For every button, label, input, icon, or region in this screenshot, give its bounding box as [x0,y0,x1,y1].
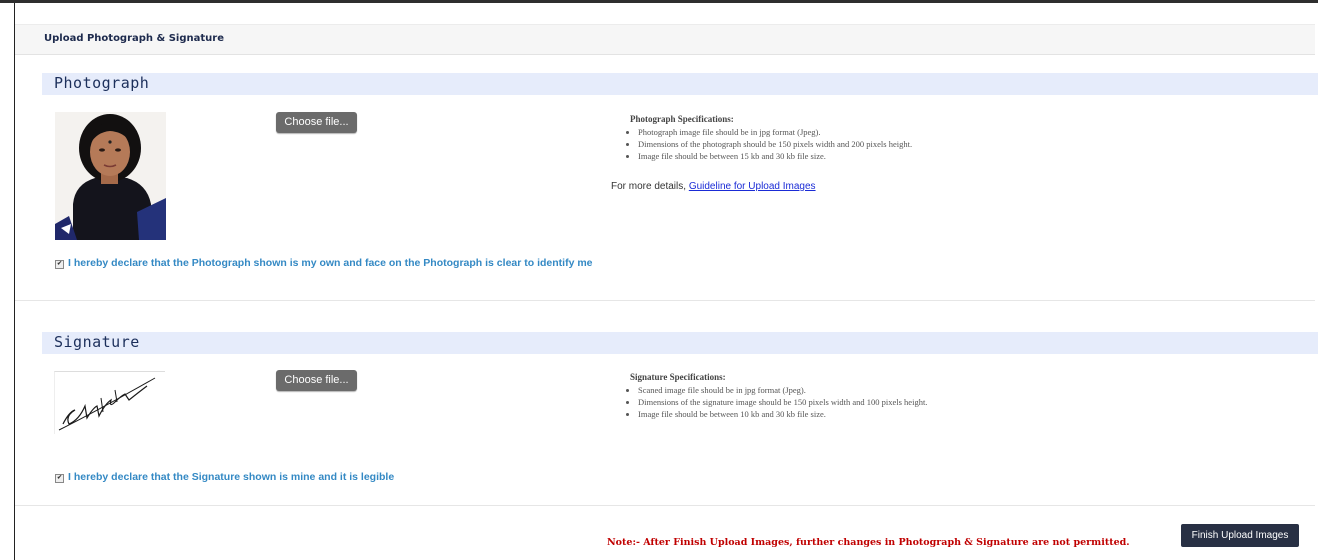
photograph-declaration[interactable]: ✔ I hereby declare that the Photograph sh… [55,257,593,269]
page-title: Upload Photograph & Signature [44,33,224,44]
finish-upload-button[interactable]: Finish Upload Images [1181,524,1299,547]
window-left-border [14,3,15,560]
signature-spec-item: Scaned image file should be in jpg forma… [638,384,927,396]
photograph-spec-item: Image file should be between 15 kb and 3… [638,150,912,162]
more-details-prefix: For more details, [611,181,687,192]
photograph-choose-file-button[interactable]: Choose file... [276,112,357,133]
photograph-declaration-label: I hereby declare that the Photograph sho… [68,257,593,269]
signature-preview [54,371,165,434]
more-details-text: For more details, Guideline for Upload I… [611,181,816,192]
photograph-spec-item: Dimensions of the photograph should be 1… [638,138,912,150]
signature-spec-item: Dimensions of the signature image should… [638,396,927,408]
section-divider [15,300,1315,301]
signature-spec-item: Image file should be between 10 kb and 3… [638,408,927,420]
person-photo-icon [55,112,166,240]
signature-section-header: Signature [42,332,1318,354]
photograph-heading: Photograph [54,74,150,92]
footer-note: Note:- After Finish Upload Images, furth… [607,537,1130,548]
photograph-spec-title: Photograph Specifications: [630,114,734,124]
signature-spec-title: Signature Specifications: [630,372,726,382]
photograph-specifications: Photograph Specifications: Photograph im… [621,114,912,162]
signature-declaration[interactable]: ✔ I hereby declare that the Signature sho… [55,471,394,483]
signature-choose-file-button[interactable]: Choose file... [276,370,357,391]
section-divider [15,505,1315,506]
photograph-section-header: Photograph [42,73,1318,95]
signature-image-icon [58,377,156,431]
signature-heading: Signature [54,333,140,351]
page-header: Upload Photograph & Signature [15,24,1315,55]
window-top-border [0,0,1318,3]
photograph-preview [55,112,166,240]
signature-declaration-checkbox[interactable]: ✔ [55,474,64,483]
photograph-spec-item: Photograph image file should be in jpg f… [638,126,912,138]
photograph-declaration-checkbox[interactable]: ✔ [55,260,64,269]
guideline-link[interactable]: Guideline for Upload Images [689,181,816,192]
signature-declaration-label: I hereby declare that the Signature show… [68,471,395,483]
signature-specifications: Signature Specifications: Scaned image f… [621,372,927,420]
